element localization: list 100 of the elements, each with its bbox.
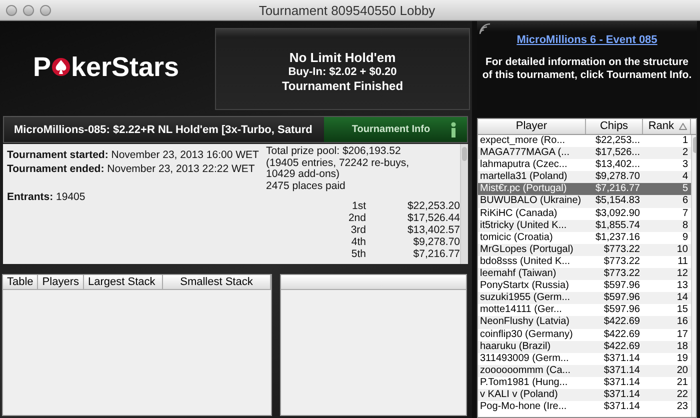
rank: 5 bbox=[681, 183, 689, 196]
rank: 7 bbox=[681, 208, 689, 220]
window-title: Tournament 809540550 Lobby bbox=[258, 2, 436, 18]
entrants-value: 19405 bbox=[56, 191, 86, 203]
player-name: Mist€r.pc (Portugal) bbox=[479, 183, 568, 196]
chip-count: $773.22 bbox=[602, 244, 641, 256]
rank: 10 bbox=[676, 244, 689, 256]
chip-count: $1,855.74 bbox=[594, 220, 641, 232]
payout-amount: $13,402.57 bbox=[406, 224, 460, 236]
player-row[interactable]: NeonFlushy (Latvia) $422.69 16 bbox=[478, 316, 691, 328]
player-row[interactable]: MAGA777MAGA (... $17,526... 2 bbox=[478, 147, 691, 160]
chip-count: $773.22 bbox=[602, 256, 641, 268]
player-name: PonyStartx (Russia) bbox=[479, 280, 570, 292]
column-header[interactable]: Player bbox=[478, 119, 586, 134]
rank: 13 bbox=[676, 280, 689, 292]
column-header[interactable]: Players bbox=[38, 275, 84, 289]
rank: 22 bbox=[676, 388, 689, 402]
chip-count: $5,154.83 bbox=[594, 195, 641, 208]
rank: 9 bbox=[681, 232, 689, 244]
player-row[interactable]: suzuki1955 (Germ... $597.96 14 bbox=[478, 292, 691, 304]
player-row[interactable]: P.Tom1981 (Hung... $371.14 21 bbox=[478, 376, 691, 389]
payout-amount: $9,278.70 bbox=[412, 236, 460, 248]
payout-place: 3rd bbox=[350, 224, 366, 236]
logo-text: kerStars bbox=[70, 52, 180, 82]
player-row[interactable]: it5tricky (United K... $1,855.74 8 bbox=[478, 220, 691, 232]
player-name: suzuki1955 (Germ... bbox=[479, 292, 572, 304]
chip-count: $422.69 bbox=[602, 340, 641, 353]
ended-value: November 23, 2013 22:22 WET bbox=[107, 163, 255, 175]
player-row[interactable]: v KALI v (Poland) $371.14 22 bbox=[478, 388, 691, 402]
player-name: haaruku (Brazil) bbox=[479, 340, 552, 353]
chip-count: $1,237.16 bbox=[594, 232, 641, 244]
player-row[interactable]: leemahf (Taiwan) $773.22 12 bbox=[478, 268, 691, 280]
player-row[interactable]: RiKiHC (Canada) $3,092.90 7 bbox=[478, 208, 691, 220]
player-row[interactable]: Mist€r.pc (Portugal) $7,216.77 5 bbox=[478, 183, 691, 196]
player-name: v KALI v (Poland) bbox=[479, 388, 559, 402]
player-row[interactable]: tomicic (Croatia) $1,237.16 9 bbox=[478, 232, 691, 244]
chip-count: $597.96 bbox=[602, 280, 641, 292]
rank: 11 bbox=[676, 256, 689, 268]
player-row[interactable]: motte14111 (Ger... $597.96 15 bbox=[478, 304, 691, 316]
player-row[interactable]: bdo8sss (United K... $773.22 11 bbox=[478, 256, 691, 268]
player-row[interactable]: haaruku (Brazil) $422.69 18 bbox=[478, 340, 691, 353]
ended-label: Tournament ended: bbox=[7, 163, 104, 175]
column-header[interactable]: Smallest Stack bbox=[162, 275, 271, 289]
rank: 4 bbox=[681, 171, 689, 184]
payout-place: 4th bbox=[350, 236, 366, 248]
payout-amount: $22,253.20 bbox=[406, 200, 460, 212]
player-name: P.Tom1981 (Hung... bbox=[479, 376, 569, 389]
player-row[interactable]: PonyStartx (Russia) $597.96 13 bbox=[478, 280, 691, 292]
rank: 20 bbox=[676, 364, 689, 377]
player-row[interactable]: coinflip30 (Germany) $422.69 17 bbox=[478, 328, 691, 341]
column-header[interactable]: Rank bbox=[643, 119, 691, 134]
rank: 18 bbox=[676, 340, 689, 353]
player-name: MAGA777MAGA (... bbox=[479, 147, 570, 160]
payout-amount: $17,526.44 bbox=[406, 212, 460, 224]
prize-detail: (19405 entries, 72242 re-buys, 10429 add-ons) bbox=[266, 158, 410, 180]
column-header[interactable]: Largest Stack bbox=[84, 275, 163, 289]
player-name: zoooooommm (Ca... bbox=[479, 364, 572, 377]
player-name: expect_more (Ro... bbox=[479, 135, 566, 148]
rank: 21 bbox=[676, 376, 689, 389]
payout-place: 2nd bbox=[347, 212, 366, 224]
player-row[interactable]: zoooooommm (Ca... $371.14 20 bbox=[478, 364, 691, 377]
player-row[interactable]: Pog-Mo-hone (Ire... $371.14 23 bbox=[478, 401, 691, 414]
player-name: leemahf (Taiwan) bbox=[479, 268, 558, 280]
player-row[interactable]: BUWUBALO (Ukraine) $5,154.83 6 bbox=[478, 195, 691, 208]
game-type: No Limit Hold'em bbox=[289, 50, 396, 64]
rank: 2 bbox=[681, 147, 689, 160]
player-row[interactable]: martella31 (Poland) $9,278.70 4 bbox=[478, 171, 691, 184]
player-name: Pog-Mo-hone (Ire... bbox=[479, 401, 568, 414]
logo-text: P bbox=[32, 52, 51, 82]
player-name: martella31 (Poland) bbox=[479, 171, 568, 184]
chip-count: $597.96 bbox=[602, 304, 641, 316]
column-header[interactable]: Table bbox=[3, 275, 38, 289]
player-name: motte14111 (Ger... bbox=[479, 304, 563, 316]
rank: 23 bbox=[676, 401, 689, 414]
rank: 8 bbox=[681, 220, 689, 232]
payout-place: 5th bbox=[350, 248, 366, 260]
player-row[interactable]: 311493009 (Germ... $371.14 19 bbox=[478, 352, 691, 365]
player-name: tomicic (Croatia) bbox=[479, 232, 554, 244]
column-header[interactable]: Chips bbox=[586, 119, 643, 134]
chip-count: $371.14 bbox=[602, 352, 641, 365]
payout-amount: $7,216.77 bbox=[412, 248, 460, 260]
started-label: Tournament started: bbox=[7, 149, 108, 161]
chip-count: $13,402... bbox=[594, 159, 641, 172]
player-name: coinflip30 (Germany) bbox=[479, 328, 574, 341]
player-row[interactable]: lahmaputra (Czec... $13,402... 3 bbox=[478, 159, 691, 172]
chip-count: $9,278.70 bbox=[594, 171, 641, 184]
rank: 12 bbox=[676, 268, 689, 280]
chip-count: $22,253... bbox=[594, 135, 641, 148]
event-link[interactable]: MicroMillions 6 - Event 085 bbox=[516, 34, 658, 46]
chip-count: $7,216.77 bbox=[594, 183, 641, 196]
player-row[interactable]: expect_more (Ro... $22,253... 1 bbox=[478, 135, 691, 148]
chip-count: $371.14 bbox=[602, 388, 641, 402]
player-name: lahmaputra (Czec... bbox=[479, 159, 568, 172]
tournament-title: MicroMillions-085: $2.22+R NL Hold'em [3x-Turbo, Saturd bbox=[14, 124, 312, 136]
tournament-info-button[interactable]: Tournament Info bbox=[324, 117, 467, 142]
rank: 17 bbox=[676, 328, 689, 341]
chip-count: $371.14 bbox=[602, 364, 641, 377]
places-paid: 2475 places paid bbox=[266, 180, 346, 192]
player-row[interactable]: MrGLopes (Portugal) $773.22 10 bbox=[478, 244, 691, 256]
player-name: it5tricky (United K... bbox=[479, 220, 568, 232]
